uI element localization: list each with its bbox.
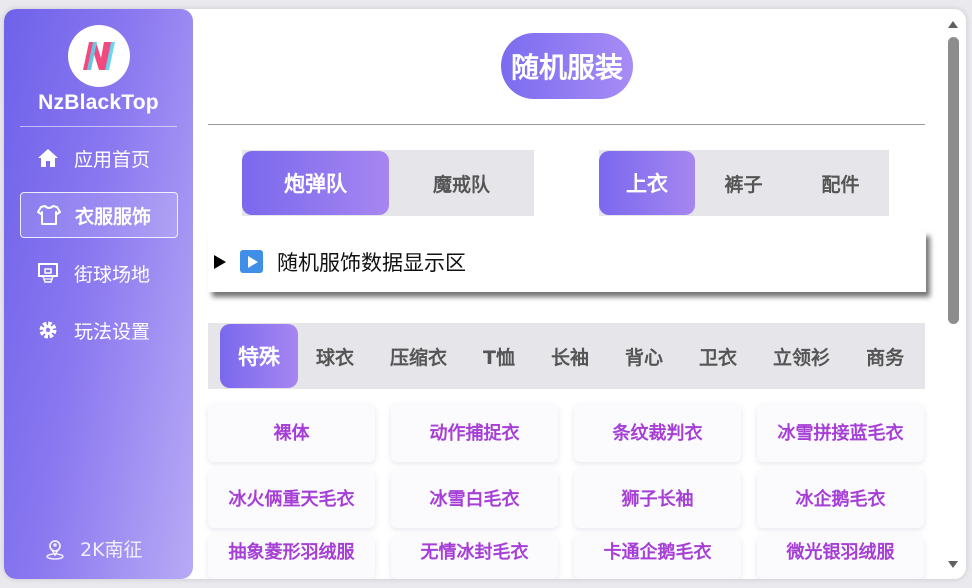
app-logo bbox=[68, 25, 130, 87]
clothing-item-card[interactable]: 微光银羽绒服 bbox=[757, 536, 924, 579]
category-tab[interactable]: 压缩衣 bbox=[372, 324, 465, 388]
play-button-icon bbox=[240, 250, 263, 273]
scroll-thumb[interactable] bbox=[948, 37, 959, 324]
scroll-down-arrow-icon[interactable] bbox=[948, 561, 958, 568]
app-window: NzBlackTop 应用首页 衣服服饰 街球场地 玩法设置 2K南征 随机服装… bbox=[4, 9, 966, 579]
sidebar-item-home[interactable]: 应用首页 bbox=[20, 135, 178, 181]
clothing-item-card[interactable]: 无情冰封毛衣 bbox=[391, 536, 558, 579]
vertical-scrollbar[interactable] bbox=[942, 9, 966, 579]
clothing-item-card[interactable]: 卡通企鹅毛衣 bbox=[574, 536, 741, 579]
category-tab[interactable]: 特殊 bbox=[220, 324, 298, 388]
part-tab-accessories[interactable]: 配件 bbox=[792, 151, 889, 215]
scroll-up-arrow-icon[interactable] bbox=[948, 21, 958, 28]
sidebar-divider bbox=[20, 126, 177, 127]
clothing-item-card[interactable]: 抽象菱形羽绒服 bbox=[208, 536, 375, 579]
category-tab[interactable]: 立领衫 bbox=[755, 324, 848, 388]
data-display-summary[interactable]: 随机服饰数据显示区 bbox=[208, 231, 926, 292]
clothing-item-card[interactable]: 冰雪拼接蓝毛衣 bbox=[757, 404, 924, 462]
sidebar: NzBlackTop 应用首页 衣服服饰 街球场地 玩法设置 2K南征 bbox=[4, 9, 193, 579]
team-tab-ring[interactable]: 魔戒队 bbox=[389, 151, 534, 215]
team-segmented-control: 炮弹队 魔戒队 bbox=[242, 150, 534, 216]
clothing-item-card[interactable]: 冰企鹅毛衣 bbox=[757, 470, 924, 528]
sidebar-item-clothing[interactable]: 衣服服饰 bbox=[20, 192, 178, 238]
home-icon bbox=[36, 146, 60, 170]
disclosure-triangle-icon bbox=[214, 254, 226, 269]
basketball-hoop-icon bbox=[36, 261, 60, 285]
brand-name: NzBlackTop bbox=[38, 91, 159, 114]
sidebar-item-label: 玩法设置 bbox=[74, 320, 151, 343]
display-label: 随机服饰数据显示区 bbox=[277, 250, 466, 275]
clothing-item-card[interactable]: 狮子长袖 bbox=[574, 470, 741, 528]
sidebar-item-label: 应用首页 bbox=[74, 148, 151, 171]
part-tab-top[interactable]: 上衣 bbox=[599, 151, 695, 215]
team-tab-cannon[interactable]: 炮弹队 bbox=[242, 151, 389, 215]
clothing-item-card[interactable]: 冰雪白毛衣 bbox=[391, 470, 558, 528]
clothing-item-card[interactable]: 裸体 bbox=[208, 404, 375, 462]
category-tab-bar[interactable]: 特殊 球衣 压缩衣 T恤 长袖 背心 卫衣 立领衫 商务 bbox=[208, 323, 925, 389]
category-tab[interactable]: T恤 bbox=[465, 324, 533, 388]
title-divider bbox=[208, 124, 925, 125]
category-tab[interactable]: 商务 bbox=[848, 324, 922, 388]
category-tab[interactable]: 背心 bbox=[607, 324, 681, 388]
footer-text: 2K南征 bbox=[80, 539, 143, 561]
page-title: 随机服装 bbox=[501, 33, 633, 99]
sidebar-footer: 2K南征 bbox=[44, 535, 143, 562]
clothing-item-card[interactable]: 条纹裁判衣 bbox=[574, 404, 741, 462]
shirt-icon bbox=[37, 203, 61, 227]
sidebar-item-label: 衣服服饰 bbox=[75, 205, 152, 228]
clothing-item-card[interactable]: 动作捕捉衣 bbox=[391, 404, 558, 462]
sidebar-item-label: 街球场地 bbox=[74, 263, 151, 286]
gear-icon bbox=[36, 318, 60, 342]
location-user-icon bbox=[44, 537, 68, 561]
part-segmented-control: 上衣 裤子 配件 bbox=[599, 150, 889, 216]
sidebar-item-settings[interactable]: 玩法设置 bbox=[20, 307, 178, 353]
category-tab[interactable]: 球衣 bbox=[298, 324, 372, 388]
category-tab[interactable]: 卫衣 bbox=[681, 324, 755, 388]
category-tab[interactable]: 长袖 bbox=[533, 324, 607, 388]
part-tab-pants[interactable]: 裤子 bbox=[695, 151, 792, 215]
sidebar-item-court[interactable]: 街球场地 bbox=[20, 250, 178, 296]
clothing-item-card[interactable]: 冰火俩重天毛衣 bbox=[208, 470, 375, 528]
